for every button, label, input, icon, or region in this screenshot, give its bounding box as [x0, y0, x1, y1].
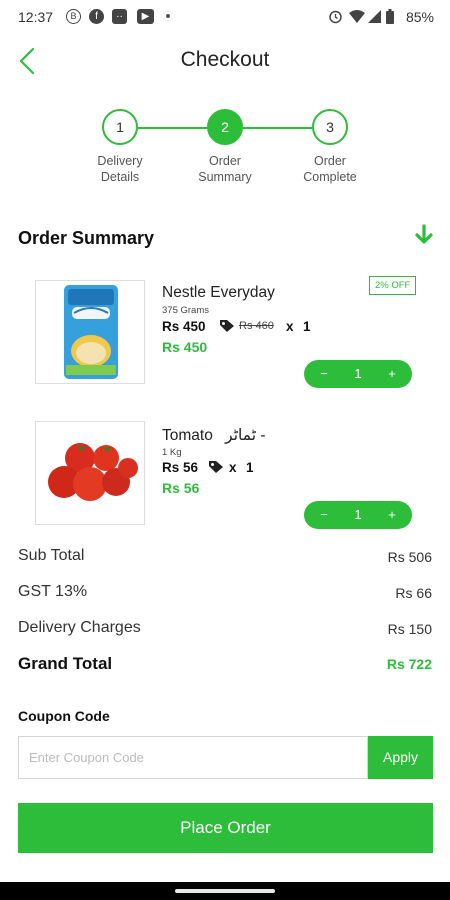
step-2-label: Order Summary — [175, 153, 275, 185]
place-order-button[interactable]: Place Order — [18, 803, 433, 853]
tomato-icon — [48, 443, 138, 501]
product-weight: 375 Grams — [162, 305, 209, 316]
alarm-icon — [329, 10, 342, 24]
discount-badge: 2% OFF — [369, 276, 417, 295]
battery-level: 85% — [405, 9, 434, 25]
step-3-label-line1: Order — [314, 154, 346, 168]
original-price: Rs 460 — [239, 320, 274, 332]
product-price: Rs 450 — [162, 319, 206, 334]
product-name: Tomato ٹماٹر - — [162, 426, 266, 445]
decrement-button[interactable]: − — [310, 360, 338, 388]
step-1-label: Delivery Details — [70, 153, 170, 185]
delivery-charges-label: Delivery Charges — [18, 619, 141, 636]
messenger-icon: ·· — [112, 9, 127, 24]
sub-total-value: Rs 506 — [387, 549, 432, 565]
step-3-circle[interactable]: 3 — [312, 109, 348, 145]
price-tag-icon — [220, 320, 234, 332]
quantity-multiplier: x — [229, 460, 237, 475]
coupon-code-input[interactable] — [18, 736, 368, 779]
step-3-label: Order Complete — [280, 153, 380, 185]
product-image-tomato[interactable] — [35, 421, 145, 525]
quantity-label: 1 — [303, 319, 311, 334]
step-1-label-line1: Delivery — [97, 154, 143, 168]
b-circle-icon: B — [66, 9, 81, 24]
status-bar: 12:37 B f ·· ▶ 85% — [0, 0, 450, 34]
battery-icon — [386, 9, 394, 24]
signal-icon — [368, 10, 381, 23]
stepper-connector — [138, 127, 208, 129]
stepper-connector — [242, 127, 312, 129]
product-total: Rs 56 — [162, 480, 200, 496]
product-total: Rs 450 — [162, 339, 208, 355]
page-title: Checkout — [180, 48, 270, 71]
step-2-label-line2: Summary — [198, 170, 252, 184]
product-price: Rs 56 — [162, 460, 199, 475]
nestle-pack-icon — [64, 285, 118, 379]
status-time: 12:37 — [18, 9, 54, 25]
quantity-value: 1 — [354, 366, 362, 381]
grand-total-value: Rs 722 — [386, 656, 432, 672]
order-summary-title: Order Summary — [18, 228, 155, 248]
increment-button[interactable]: + — [378, 360, 406, 388]
facebook-icon: f — [89, 9, 104, 24]
step-2-label-line1: Order — [209, 154, 241, 168]
product-image-nestle[interactable] — [35, 280, 145, 384]
product-name: Nestle Everyday — [162, 284, 275, 301]
quantity-multiplier: x — [286, 319, 294, 334]
gst-value: Rs 66 — [395, 585, 432, 601]
product-name-english: Tomato — [162, 427, 213, 444]
step-2-circle[interactable]: 2 — [207, 109, 243, 145]
youtube-icon: ▶ — [137, 9, 154, 24]
price-tag-icon — [209, 461, 223, 473]
quantity-stepper: − 1 + — [304, 501, 412, 529]
sub-total-label: Sub Total — [18, 547, 85, 564]
grand-total-label: Grand Total — [18, 654, 113, 673]
increment-button[interactable]: + — [378, 501, 406, 529]
gst-label: GST 13% — [18, 583, 88, 600]
arrow-down-icon[interactable] — [413, 224, 435, 246]
product-name-urdu: ٹماٹر - — [225, 427, 266, 444]
home-gesture-handle[interactable] — [175, 889, 275, 893]
wifi-icon — [349, 10, 365, 23]
apply-coupon-button[interactable]: Apply — [368, 736, 433, 779]
step-3-label-line2: Complete — [303, 170, 357, 184]
dot-icon — [166, 14, 170, 18]
quantity-label: 1 — [246, 460, 254, 475]
delivery-charges-value: Rs 150 — [387, 621, 432, 637]
step-1-circle[interactable]: 1 — [102, 109, 138, 145]
quantity-stepper: − 1 + — [304, 360, 412, 388]
step-1-label-line2: Details — [100, 170, 140, 184]
coupon-code-title: Coupon Code — [18, 708, 110, 724]
product-weight: 1 Kg — [162, 447, 182, 458]
quantity-value: 1 — [354, 507, 362, 522]
decrement-button[interactable]: − — [310, 501, 338, 529]
